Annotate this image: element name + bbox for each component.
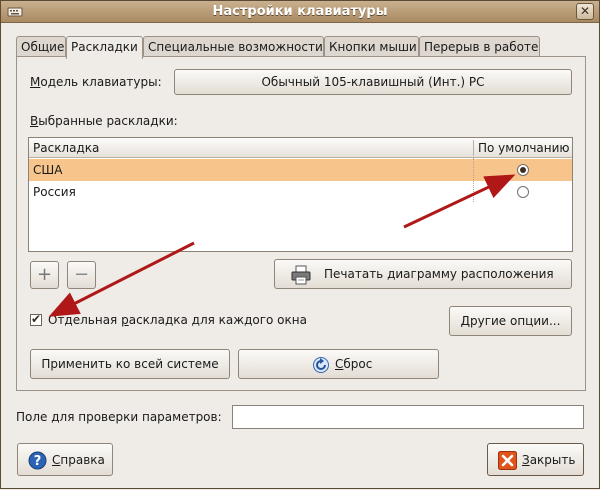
test-field-label: Поле для проверки параметров: <box>16 410 222 424</box>
remove-layout-button[interactable]: − <box>67 261 96 289</box>
keyboard-model-button[interactable]: Обычный 105-клавишный (Инт.) PC <box>174 69 572 95</box>
add-layout-button[interactable]: + <box>30 261 59 289</box>
layouts-list[interactable]: Раскладка По умолчанию США Россия <box>28 137 573 252</box>
default-radio-russia[interactable] <box>517 186 529 198</box>
help-label: Справка <box>52 453 105 467</box>
tab-accessibility[interactable]: Специальные возможности <box>143 36 324 57</box>
tab-layouts[interactable]: Раскладки <box>66 36 143 59</box>
reset-button[interactable]: Сброс <box>238 349 439 379</box>
svg-text:?: ? <box>34 454 42 469</box>
layout-name: Россия <box>33 185 76 199</box>
close-icon <box>498 451 517 470</box>
column-separator <box>473 140 474 156</box>
separate-layout-label[interactable]: Отдельная раскладка для каждого окна <box>48 313 307 327</box>
help-button[interactable]: ? Справка <box>17 443 113 476</box>
checkmark-icon: ✔ <box>31 312 42 326</box>
layout-name: США <box>33 163 63 177</box>
test-field-input[interactable] <box>232 405 584 429</box>
selected-layouts-label: Выбранные раскладки: <box>30 114 178 128</box>
reset-icon <box>313 357 329 373</box>
other-options-button[interactable]: Другие опции... <box>449 306 572 336</box>
separate-layout-checkbox[interactable]: ✔ <box>30 312 42 326</box>
column-dotted-separator <box>473 158 474 202</box>
help-icon: ? <box>28 451 47 470</box>
apply-system-wide-button[interactable]: Применить ко всей системе <box>30 349 230 379</box>
radio-dot <box>520 167 526 173</box>
tab-typing-break[interactable]: Перерыв в работе <box>419 36 540 57</box>
printer-icon <box>291 265 311 285</box>
layout-row-russia[interactable]: Россия <box>29 181 572 203</box>
tab-mouse-keys[interactable]: Кнопки мыши <box>324 36 419 57</box>
keyboard-settings-window: Настройки клавиатуры ✕ Общие Раскладки С… <box>0 0 600 489</box>
title-bar[interactable]: Настройки клавиатуры ✕ <box>1 1 599 23</box>
reset-label: Сброс <box>335 357 373 371</box>
layout-row-usa[interactable]: США <box>29 159 572 181</box>
print-diagram-label: Печатать диаграмму расположения <box>324 267 554 281</box>
window-title: Настройки клавиатуры <box>212 4 388 19</box>
keyboard-model-label: Модель клавиатуры: <box>30 75 162 89</box>
window-close-button[interactable]: ✕ <box>576 3 594 20</box>
column-layout[interactable]: Раскладка <box>33 141 99 155</box>
print-diagram-button[interactable]: Печатать диаграмму расположения <box>274 259 572 289</box>
list-header: Раскладка По умолчанию <box>29 138 572 158</box>
column-default[interactable]: По умолчанию <box>478 141 570 155</box>
tab-general[interactable]: Общие <box>16 36 66 57</box>
close-button[interactable]: Закрыть <box>487 443 584 476</box>
default-radio-usa[interactable] <box>517 164 529 176</box>
close-label: Закрыть <box>522 453 576 467</box>
